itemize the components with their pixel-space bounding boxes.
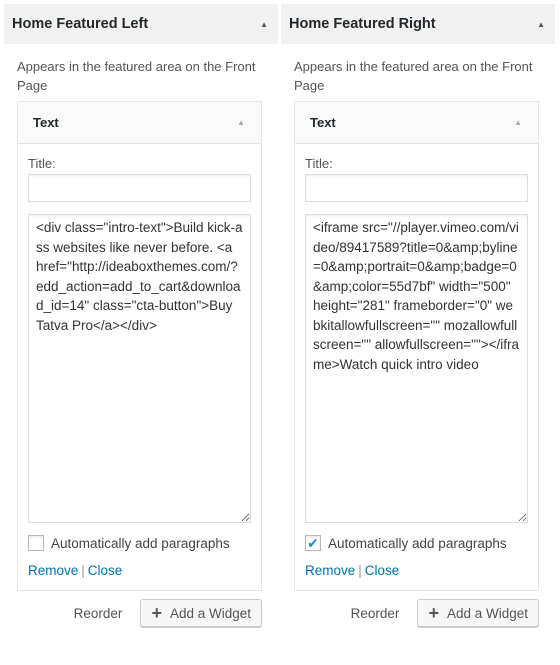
- sidebar-header[interactable]: Home Featured Right ▲: [281, 4, 555, 44]
- close-link[interactable]: Close: [88, 563, 123, 578]
- add-widget-label: Add a Widget: [169, 605, 251, 621]
- remove-link[interactable]: Remove: [305, 563, 355, 578]
- auto-paragraphs-label: Automatically add paragraphs: [51, 535, 230, 551]
- checkmark-icon: ✔: [307, 535, 319, 551]
- sidebar-title: Home Featured Right: [289, 16, 436, 32]
- widget-collapse-arrow-icon[interactable]: ▲: [514, 118, 522, 127]
- sidebar-description: Appears in the featured area on the Fron…: [294, 59, 533, 93]
- plus-icon: +: [151, 603, 162, 623]
- content-textarea[interactable]: <iframe src="//player.vimeo.com/video/89…: [305, 214, 528, 523]
- title-input[interactable]: [305, 174, 528, 202]
- reorder-link[interactable]: Reorder: [351, 606, 400, 621]
- widget-header[interactable]: Text ▲: [295, 102, 538, 144]
- collapse-arrow-icon[interactable]: ▲: [537, 20, 545, 29]
- add-widget-button[interactable]: + Add a Widget: [140, 599, 262, 627]
- text-widget: Text ▲ Title: <div class="intro-text">Bu…: [17, 101, 262, 591]
- title-label: Title:: [305, 156, 333, 171]
- widget-collapse-arrow-icon[interactable]: ▲: [237, 118, 245, 127]
- title-label: Title:: [28, 156, 56, 171]
- auto-paragraphs-checkbox[interactable]: [28, 535, 44, 551]
- plus-icon: +: [428, 603, 439, 623]
- sidebar-header[interactable]: Home Featured Left ▲: [4, 4, 278, 44]
- collapse-arrow-icon[interactable]: ▲: [260, 20, 268, 29]
- close-link[interactable]: Close: [365, 563, 400, 578]
- sidebar-home-featured-right: Home Featured Right ▲ Appears in the fea…: [281, 4, 555, 627]
- sidebar-title: Home Featured Left: [12, 16, 149, 32]
- auto-paragraphs-checkbox[interactable]: ✔: [305, 535, 321, 551]
- separator: |: [81, 563, 85, 578]
- title-input[interactable]: [28, 174, 251, 202]
- add-widget-label: Add a Widget: [446, 605, 528, 621]
- widget-header[interactable]: Text ▲: [18, 102, 261, 144]
- content-textarea[interactable]: <div class="intro-text">Build kick-ass w…: [28, 214, 251, 523]
- sidebar-description: Appears in the featured area on the Fron…: [17, 59, 256, 93]
- separator: |: [358, 563, 362, 578]
- add-widget-button[interactable]: + Add a Widget: [417, 599, 539, 627]
- widget-title: Text: [33, 115, 59, 130]
- remove-link[interactable]: Remove: [28, 563, 78, 578]
- reorder-link[interactable]: Reorder: [74, 606, 123, 621]
- auto-paragraphs-label: Automatically add paragraphs: [328, 535, 507, 551]
- text-widget: Text ▲ Title: <iframe src="//player.vime…: [294, 101, 539, 591]
- sidebar-home-featured-left: Home Featured Left ▲ Appears in the feat…: [4, 4, 278, 627]
- widget-title: Text: [310, 115, 336, 130]
